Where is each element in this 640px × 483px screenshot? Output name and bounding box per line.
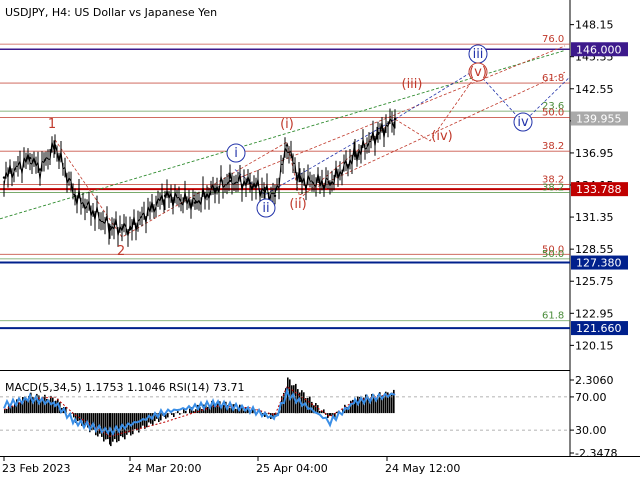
time-tick-label: 25 Apr 04:00: [256, 462, 328, 475]
price-point: [229, 180, 231, 182]
macd-histogram-bar: [383, 396, 385, 413]
price-point: [54, 144, 56, 146]
macd-histogram-bar: [77, 413, 79, 421]
macd-histogram-bar: [118, 413, 120, 441]
macd-histogram-bar: [291, 385, 293, 413]
price-tag-label: 133.788: [576, 183, 622, 196]
price-tick-label: 120.15: [575, 339, 614, 352]
fib-label: 50.0: [542, 107, 564, 118]
fib-label: 38.2: [542, 182, 564, 193]
price-tag-label: 121.660: [576, 322, 622, 335]
wave-label: (iv): [431, 129, 452, 144]
price-point: [377, 133, 379, 135]
time-tick-label: 24 Mar 20:00: [128, 462, 201, 475]
macd-histogram-bar: [389, 396, 391, 413]
macd-histogram-bar: [134, 413, 136, 429]
price-point: [29, 157, 31, 159]
fib-label: 76.0: [542, 34, 564, 45]
price-point: [129, 228, 131, 230]
wave-label: ii: [262, 201, 269, 216]
wave-label: 1: [48, 117, 56, 132]
price-tick-label: 136.95: [575, 147, 614, 160]
fib-label: 61.8: [542, 73, 564, 84]
macd-histogram-bar: [235, 409, 237, 413]
price-point: [74, 195, 76, 197]
fib-label: 38.2: [542, 141, 564, 152]
macd-histogram-bar: [185, 411, 187, 413]
indicator-tick-label: 30.00: [575, 424, 607, 437]
price-point: [249, 182, 251, 184]
time-tick-label: 23 Feb 2023: [2, 462, 70, 475]
fib-label: 50.0: [542, 249, 564, 260]
wave-label: (i): [280, 117, 294, 132]
macd-histogram-bar: [79, 413, 81, 420]
wave-label: i: [234, 146, 238, 161]
wave-label: 2: [117, 244, 125, 259]
macd-histogram-bar: [241, 408, 243, 413]
price-point: [194, 202, 196, 204]
price-tag-label: 146.000: [576, 43, 622, 56]
price-tick-label: 125.75: [575, 275, 614, 288]
symbol-label: USDJPY, H4: US Dollar vs Japanese Yen: [5, 6, 217, 19]
macd-histogram-bar: [223, 405, 225, 413]
macd-histogram-bar: [97, 413, 99, 436]
macd-histogram-bar: [112, 413, 114, 442]
wave-label: (ii): [289, 197, 306, 212]
price-point: [39, 168, 41, 170]
price-point: [264, 190, 266, 192]
price-tag-label: 127.380: [576, 257, 622, 270]
macd-histogram-bar: [18, 402, 20, 413]
price-point: [329, 182, 331, 184]
price-point: [274, 195, 276, 197]
macd-histogram-bar: [167, 413, 169, 417]
price-tick-label: 142.55: [575, 83, 614, 96]
macd-histogram-bar: [391, 393, 393, 413]
price-point: [394, 118, 396, 120]
macd-histogram-bar: [177, 411, 179, 413]
chart-canvas[interactable]: 12iiiiiiiv(i)(ii)(iii)(iv)(v) 76.061.823…: [0, 0, 640, 480]
price-tick-label: 122.95: [575, 307, 614, 320]
indicator-tick-label: -2.3478: [575, 447, 617, 460]
macd-histogram-bar: [207, 407, 209, 413]
macd-histogram-bar: [173, 413, 175, 417]
macd-histogram-bar: [144, 413, 146, 429]
macd-histogram-bar: [6, 409, 8, 413]
wave-label: (iii): [402, 77, 423, 92]
chart-root: 12iiiiiiiv(i)(ii)(iii)(iv)(v) 76.061.823…: [0, 0, 640, 480]
macd-histogram-bar: [229, 408, 231, 413]
macd-histogram-bar: [105, 413, 107, 439]
macd-histogram-bar: [12, 407, 14, 414]
wave-label: iii: [473, 47, 484, 62]
macd-histogram-bar: [319, 411, 321, 413]
indicator-tick-label: 2.3060: [575, 374, 614, 387]
indicator-label: MACD(5,34,5) 1.1753 1.1046 RSI(14) 73.71: [5, 381, 244, 394]
macd-histogram-bar: [309, 397, 311, 414]
macd-histogram-bar: [26, 400, 28, 413]
macd-histogram-bar: [189, 409, 191, 414]
macd-histogram-bar: [107, 413, 109, 439]
price-point: [286, 144, 288, 146]
price-tag-label: 139.955: [576, 113, 622, 126]
price-tick-label: 131.35: [575, 211, 614, 224]
macd-histogram-bar: [52, 398, 54, 414]
price-tick-label: 148.15: [575, 19, 614, 32]
price-point: [3, 176, 5, 178]
price-point: [214, 188, 216, 190]
macd-histogram-bar: [336, 412, 338, 413]
price-point: [299, 180, 301, 182]
price-point: [164, 195, 166, 197]
price-point: [354, 155, 356, 157]
fib-label: 61.8: [542, 311, 564, 322]
price-point: [109, 226, 111, 228]
wave-label: iv: [517, 115, 529, 130]
time-tick-label: 24 May 12:00: [385, 462, 460, 475]
indicator-tick-label: 70.00: [575, 391, 607, 404]
macd-histogram-bar: [171, 413, 173, 415]
price-tick-label: 128.55: [575, 243, 614, 256]
macd-histogram-bar: [323, 409, 325, 413]
wave-label: (v): [469, 65, 487, 80]
macd-histogram-bar: [179, 413, 181, 415]
